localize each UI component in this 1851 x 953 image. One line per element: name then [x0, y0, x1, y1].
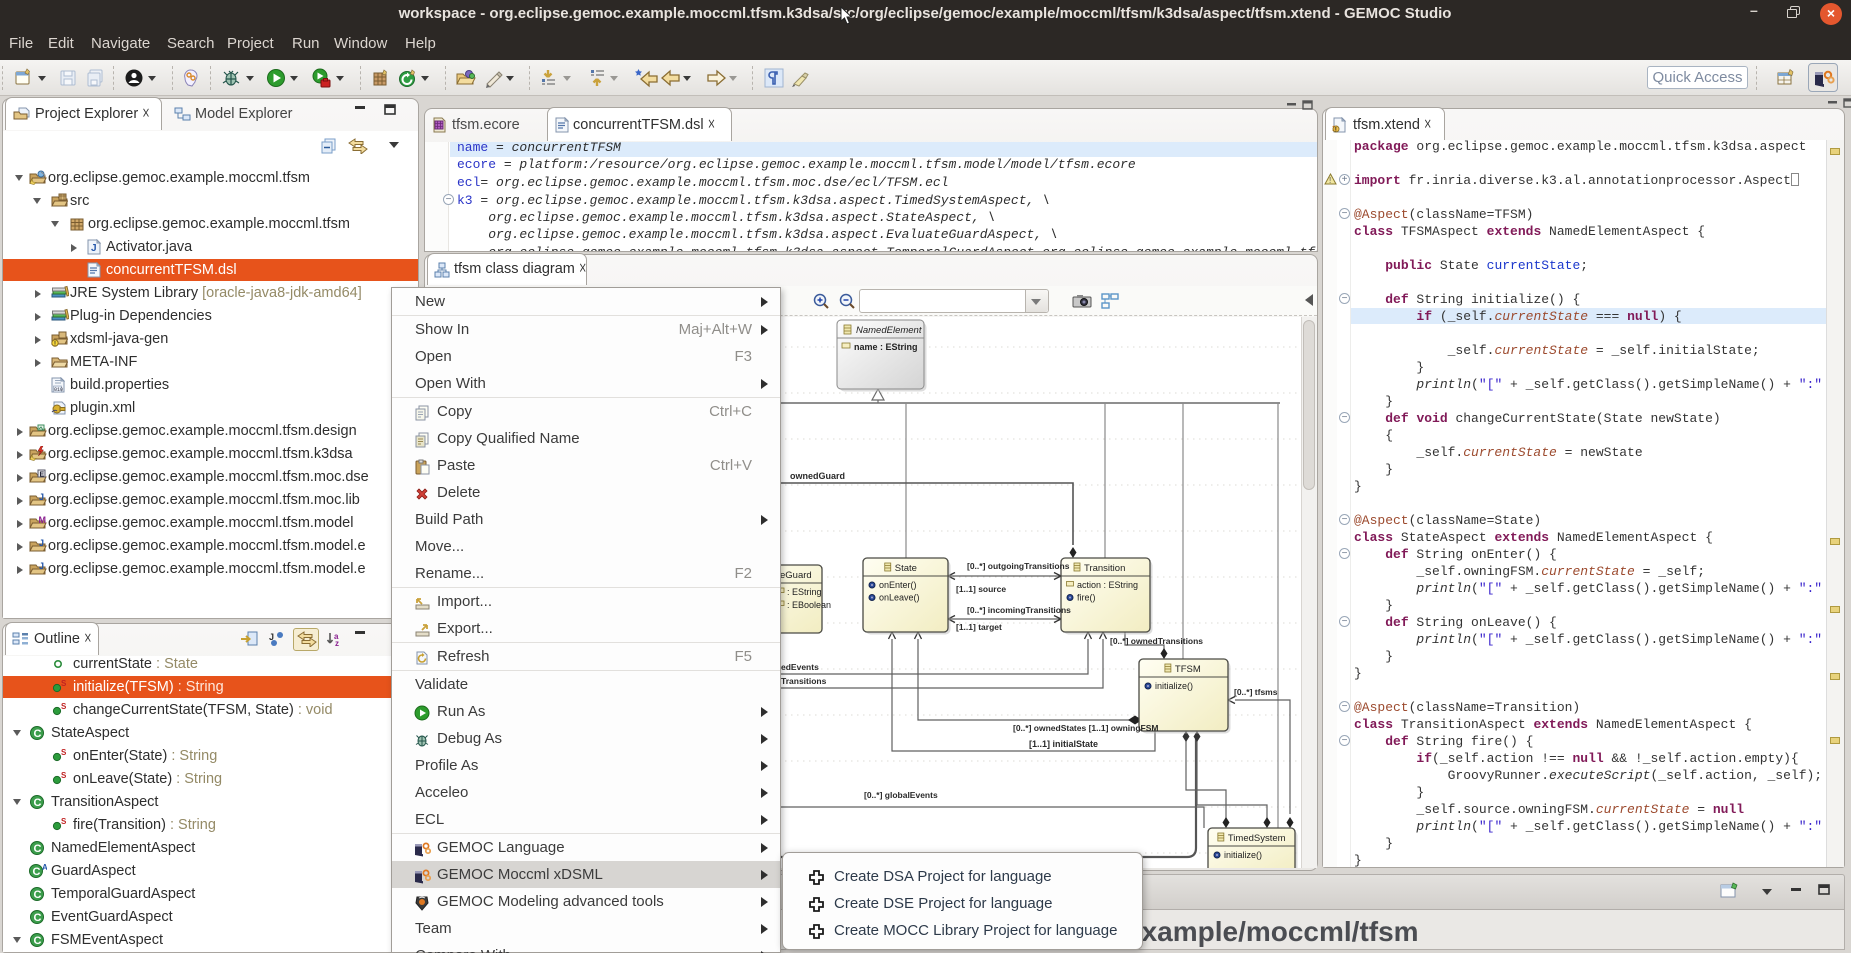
svg-text:ownedGuard: ownedGuard: [790, 471, 845, 481]
svg-text:J: J: [91, 243, 97, 254]
svg-text:C: C: [34, 935, 42, 947]
svg-text:C: C: [34, 797, 42, 809]
svg-text:[1..1] target: [1..1] target: [956, 622, 1002, 632]
svg-text:!: !: [54, 342, 56, 348]
svg-text:initialize(): initialize(): [1155, 681, 1193, 691]
svg-text:[1..1] source: [1..1] source: [956, 584, 1006, 594]
svg-text:z: z: [335, 639, 339, 647]
svg-text:S: S: [61, 748, 67, 757]
svg-text:onLeave(): onLeave(): [879, 593, 920, 603]
svg-text:TFSM: TFSM: [1175, 664, 1201, 675]
svg-text:A: A: [42, 863, 47, 872]
svg-text:[0..*] tfsms: [0..*] tfsms: [1234, 687, 1278, 697]
svg-text:edEvents: edEvents: [781, 662, 819, 672]
svg-text:!: !: [1335, 127, 1337, 134]
svg-text:S: S: [61, 679, 67, 688]
svg-text:Transition: Transition: [1084, 563, 1125, 574]
svg-text:: EString: : EString: [787, 587, 822, 597]
svg-text:C: C: [34, 889, 42, 901]
svg-text:eGuard: eGuard: [780, 570, 812, 581]
svg-text:010: 010: [54, 387, 63, 393]
svg-text:J: J: [39, 492, 44, 502]
svg-text:E: E: [40, 472, 45, 479]
svg-text:S: S: [61, 817, 67, 826]
svg-text:onEnter(): onEnter(): [879, 580, 917, 590]
svg-text:S: S: [61, 771, 67, 780]
svg-text:name : EString: name : EString: [854, 342, 918, 352]
svg-text:C: C: [33, 866, 41, 878]
svg-text:[0..*] ownedTransitions: [0..*] ownedTransitions: [1110, 636, 1203, 646]
svg-text:S: S: [61, 702, 67, 711]
svg-text:State: State: [895, 563, 917, 574]
svg-text:NamedElement: NamedElement: [856, 325, 922, 336]
svg-text:M: M: [39, 515, 47, 525]
svg-text:J: J: [39, 561, 44, 571]
svg-text:!: !: [1329, 176, 1331, 185]
svg-text:Transitions: Transitions: [781, 676, 827, 686]
svg-text:J: J: [39, 538, 44, 548]
svg-text:: EBoolean: : EBoolean: [787, 600, 831, 610]
svg-text:action : EString: action : EString: [1077, 580, 1138, 590]
svg-text:[0..*] ownedStates [1..1] owni: [0..*] ownedStates [1..1] owningFSM: [1013, 723, 1158, 733]
svg-text:[0..*] incomingTransitions: [0..*] incomingTransitions: [967, 605, 1071, 615]
svg-text:[1..1] initialState: [1..1] initialState: [1029, 739, 1098, 749]
svg-text:fire(): fire(): [1077, 593, 1096, 603]
svg-text:C: C: [34, 912, 42, 924]
svg-text:[0..*] globalEvents: [0..*] globalEvents: [864, 790, 938, 800]
svg-text:TimedSystem: TimedSystem: [1228, 833, 1286, 844]
svg-text:C: C: [34, 728, 42, 740]
svg-text:C: C: [34, 843, 42, 855]
svg-text:[0..*] outgoingTransitions: [0..*] outgoingTransitions: [967, 561, 1070, 571]
svg-text:initialize(): initialize(): [1224, 850, 1262, 860]
